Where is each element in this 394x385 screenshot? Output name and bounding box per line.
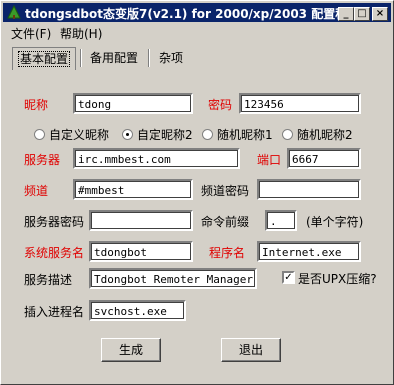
port-label: 端口 [257,153,282,167]
close-button[interactable]: × [372,7,388,21]
single-char-hint: (单个字符) [306,215,364,229]
maximize-button[interactable]: □ [354,7,370,21]
port-input[interactable]: 6667 [287,148,361,169]
inject-process-input[interactable]: svchost.exe [89,300,186,321]
radio-custom-nick2[interactable]: 自定昵称2 [122,126,193,143]
tab-separator [148,49,150,67]
command-prefix-label: 命令前缀 [201,215,250,229]
service-desc-label: 服务描述 [24,273,73,287]
channel-password-input[interactable] [257,179,361,200]
server-label: 服务器 [24,153,61,167]
window-title: tdongsdbot态变版7(v2.1) for 2000/xp/2003 配置… [25,7,360,21]
radio-random-nick1[interactable]: 随机昵称1 [202,126,273,143]
tab-separator [80,49,82,67]
tab-strip: 基本配置 备用配置 杂项 [1,43,393,73]
channel-label: 频道 [24,184,49,198]
radio-custom-nick[interactable]: 自定义昵称 [34,126,109,143]
radio-dot-selected [122,129,133,140]
app-window: tdongsdbot态变版7(v2.1) for 2000/xp/2003 配置… [0,0,394,385]
nick-label: 昵称 [24,98,49,112]
minimize-button[interactable]: _ [338,7,354,21]
password-label: 密码 [208,98,233,112]
radio-dot [282,129,293,140]
menu-bar: 文件(F) 帮助(H) [3,23,391,41]
server-input[interactable]: irc.mmbest.com [73,148,240,169]
menu-file[interactable]: 文件(F) [11,25,51,42]
tab-backup-config[interactable]: 备用配置 [84,47,144,69]
generate-button[interactable]: 生成 [101,338,161,362]
radio-random-nick2[interactable]: 随机昵称2 [282,126,353,143]
radio-label: 随机昵称1 [217,128,273,142]
tab-basic-config[interactable]: 基本配置 [12,47,77,70]
server-password-label: 服务器密码 [24,215,85,229]
upx-label: 是否UPX压缩? [298,272,377,286]
command-prefix-input[interactable]: . [265,210,297,231]
password-input[interactable]: 123456 [239,93,361,114]
program-name-label: 程序名 [209,246,246,260]
app-icon [7,5,21,19]
radio-label: 自定义昵称 [49,128,110,142]
exit-button[interactable]: 退出 [221,338,281,362]
service-name-label: 系统服务名 [24,246,85,260]
server-password-input[interactable] [89,210,193,231]
radio-dot [34,129,45,140]
menu-help[interactable]: 帮助(H) [60,25,102,42]
upx-checkbox[interactable]: ✓ [282,271,295,284]
service-desc-input[interactable]: Tdongbot Remoter Manager [89,268,257,289]
program-name-input[interactable]: Internet.exe [257,241,361,262]
nick-input[interactable]: tdong [73,93,193,114]
radio-dot [202,129,213,140]
channel-input[interactable]: #mmbest [73,179,193,200]
tab-basic-config-label: 基本配置 [17,51,71,67]
channel-password-label: 频道密码 [201,184,250,198]
title-bar: tdongsdbot态变版7(v2.1) for 2000/xp/2003 配置… [3,3,391,22]
radio-label: 自定昵称2 [137,128,193,142]
inject-process-label: 插入进程名 [24,305,85,319]
tab-misc[interactable]: 杂项 [153,47,189,69]
service-name-input[interactable]: tdongbot [89,241,193,262]
radio-label: 随机昵称2 [297,128,353,142]
